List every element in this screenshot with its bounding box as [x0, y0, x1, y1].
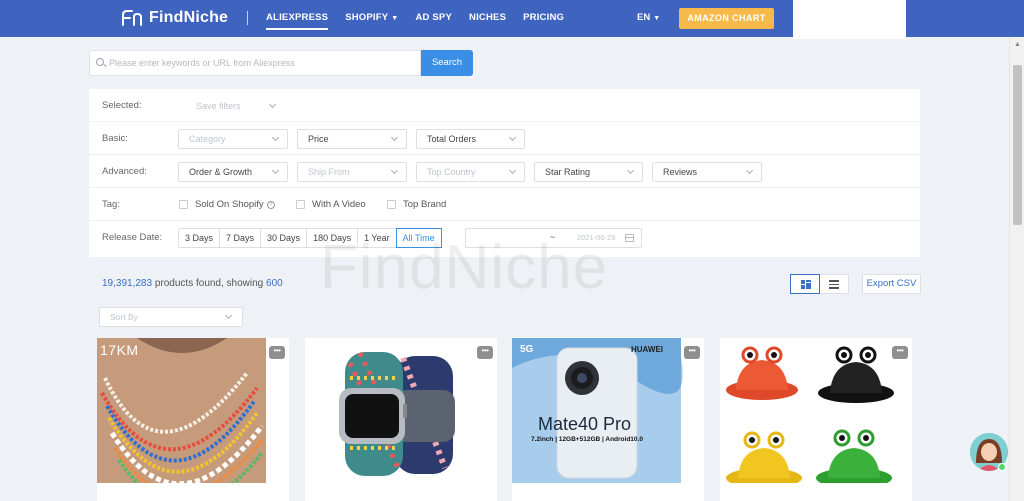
release-30-days[interactable]: 30 Days — [261, 229, 308, 247]
product-image-phone[interactable]: 5G HUAWEI Mate40 Pro 7.2inch | 12GB+512G… — [512, 338, 704, 483]
filter-row-advanced: Advanced: Order & Growth Ship From Top C… — [89, 155, 920, 188]
product-image-watch-bands[interactable] — [305, 338, 497, 483]
chevron-down-icon — [508, 166, 517, 175]
search-bar: Search — [89, 50, 473, 76]
save-filters-select[interactable]: Save filters — [185, 96, 285, 116]
help-icon[interactable]: ? — [266, 200, 275, 209]
chevron-down-icon — [508, 133, 517, 142]
huawei-brand: HUAWEI — [631, 345, 663, 354]
with-a-video-checkbox[interactable]: With A Video — [296, 188, 366, 221]
5g-badge: 5G — [520, 344, 534, 355]
nav-ad-spy[interactable]: AD SPY — [415, 0, 452, 37]
advanced-label: Advanced: — [102, 166, 147, 177]
sort-by-select[interactable]: Sort By — [99, 307, 243, 327]
phone-model-name: Mate40 Pro — [538, 414, 632, 434]
release-180-days[interactable]: 180 Days — [307, 229, 359, 247]
export-csv-button[interactable]: Export CSV — [862, 274, 921, 294]
scroll-up-icon[interactable]: ▲ — [1014, 41, 1021, 48]
more-options-button[interactable]: ••• — [477, 346, 493, 359]
more-options-button[interactable]: ••• — [269, 346, 285, 359]
selected-label: Selected: — [102, 100, 142, 111]
filter-row-tag: Tag: Sold On Shopify ? With A Video Top … — [89, 188, 920, 221]
release-3-days[interactable]: 3 Days — [179, 229, 221, 247]
top-country-select[interactable]: Top Country — [416, 162, 525, 182]
scrollbar-thumb[interactable] — [1013, 65, 1022, 225]
sold-on-shopify-checkbox[interactable]: Sold On Shopify ? — [179, 188, 275, 221]
findniche-logo-icon — [121, 10, 143, 26]
nav-pricing[interactable]: PRICING — [523, 0, 564, 37]
chevron-down-icon — [268, 100, 277, 109]
main-nav: ALIEXPRESS SHOPIFY ▼ AD SPY NICHES PRICIN… — [266, 0, 581, 37]
filter-row-release-date: Release Date: 3 Days 7 Days 30 Days 180 … — [89, 221, 920, 257]
price-select[interactable]: Price — [297, 129, 407, 149]
more-options-button[interactable]: ••• — [684, 346, 700, 359]
release-date-label: Release Date: — [102, 232, 163, 243]
calendar-icon[interactable] — [625, 234, 634, 242]
order-growth-select[interactable]: Order & Growth — [178, 162, 288, 182]
basic-label: Basic: — [102, 133, 128, 144]
chevron-down-icon — [224, 311, 233, 320]
amazon-chart-button[interactable]: AMAZON CHART — [679, 8, 774, 29]
nav-aliexpress[interactable]: ALIEXPRESS — [266, 0, 329, 37]
more-options-button[interactable]: ••• — [892, 346, 908, 359]
product-card[interactable]: 17KM ••• — [97, 338, 289, 501]
release-1-year[interactable]: 1 Year — [358, 229, 397, 247]
product-card[interactable]: ••• — [720, 338, 912, 501]
language-selector[interactable]: EN ▼ — [637, 0, 660, 37]
release-all-time[interactable]: All Time — [395, 228, 442, 248]
reviews-select[interactable]: Reviews — [652, 162, 762, 182]
tag-label: Tag: — [102, 199, 120, 210]
list-view-button[interactable] — [819, 275, 848, 293]
search-button[interactable]: Search — [421, 50, 473, 76]
header-blank-panel — [793, 0, 906, 39]
product-image-frog-hats[interactable] — [720, 338, 912, 483]
chevron-down-icon: ▼ — [653, 15, 661, 22]
ship-from-select[interactable]: Ship From — [297, 162, 407, 182]
total-orders-select[interactable]: Total Orders — [416, 129, 525, 149]
product-image-necklaces[interactable]: 17KM — [97, 338, 289, 483]
date-range-end[interactable]: 2021-06-29 — [577, 229, 615, 247]
results-count: 19,391,283 — [102, 278, 153, 289]
nav-shopify[interactable]: SHOPIFY ▼ — [345, 0, 398, 37]
list-view-icon — [829, 280, 839, 289]
chevron-down-icon — [271, 166, 280, 175]
chevron-down-icon — [626, 166, 635, 175]
filter-row-selected: Selected: Save filters — [89, 89, 920, 122]
checkbox-square[interactable] — [387, 200, 396, 209]
results-showing: 600 — [266, 278, 283, 289]
results-summary: 19,391,283 products found, showing 600 — [102, 278, 283, 289]
checkbox-square[interactable] — [179, 200, 188, 209]
chevron-down-icon — [745, 166, 754, 175]
product-card[interactable]: 5G HUAWEI Mate40 Pro 7.2inch | 12GB+512G… — [512, 338, 704, 501]
view-toggle — [790, 274, 849, 294]
top-brand-checkbox[interactable]: Top Brand — [387, 188, 446, 221]
product-overlay-text: 17KM — [100, 342, 139, 358]
logo-divider — [247, 11, 248, 25]
date-range-picker[interactable]: ~ 2021-06-29 — [465, 228, 642, 248]
nav-niches[interactable]: NICHES — [469, 0, 506, 37]
star-rating-select[interactable]: Star Rating — [534, 162, 643, 182]
search-input[interactable] — [89, 50, 421, 76]
search-icon — [96, 58, 104, 66]
online-status-icon — [998, 463, 1006, 471]
grid-view-button[interactable] — [790, 274, 820, 294]
filter-row-basic: Basic: Category Price Total Orders — [89, 122, 920, 155]
checkbox-square[interactable] — [296, 200, 305, 209]
release-date-options: 3 Days 7 Days 30 Days 180 Days 1 Year Al… — [178, 228, 442, 248]
chevron-down-icon: ▼ — [391, 15, 399, 22]
results-text: products found, showing — [152, 278, 267, 289]
page-scrollbar[interactable]: ▲ — [1009, 37, 1024, 501]
findniche-logo[interactable]: FindNiche — [121, 9, 228, 27]
phone-specs: 7.2inch | 12GB+512GB | Android10.0 — [531, 436, 643, 443]
chevron-down-icon — [390, 166, 399, 175]
category-select[interactable]: Category — [178, 129, 288, 149]
date-range-separator: ~ — [550, 232, 556, 242]
grid-view-icon — [801, 280, 811, 289]
filter-panel: Selected: Save filters Basic: Category P… — [89, 89, 920, 257]
chevron-down-icon — [390, 133, 399, 142]
release-7-days[interactable]: 7 Days — [220, 229, 262, 247]
product-card[interactable]: ••• — [305, 338, 497, 501]
logo-text: FindNiche — [149, 9, 229, 26]
chevron-down-icon — [271, 133, 280, 142]
